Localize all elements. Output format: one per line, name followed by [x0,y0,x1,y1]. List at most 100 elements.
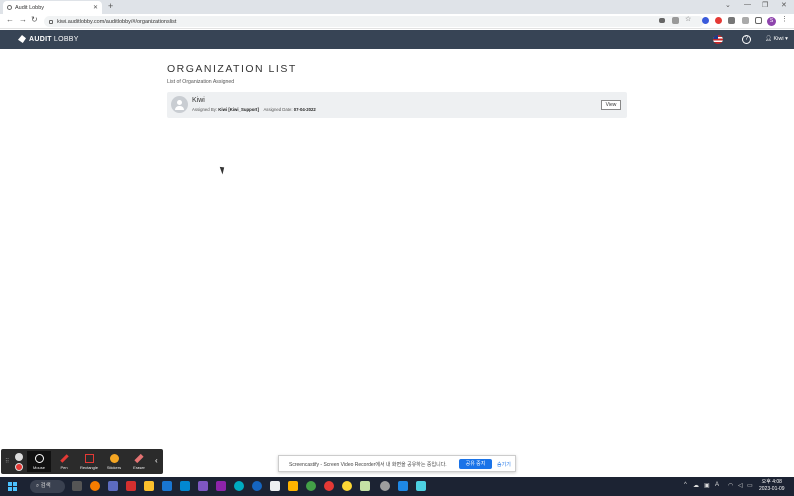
key-icon[interactable] [659,18,665,23]
windows-taskbar: ⌕ 검색 ^ ☁ ▣ A ◠ ◁ ▭ 오후 4:08 2023-01-09 [0,477,794,496]
rectangle-tool-icon [84,454,94,463]
menu-dots-icon[interactable]: ⋮ [781,15,788,23]
screen-share-notification: Screencastify - Screen Video Recorder에서 … [278,455,516,472]
office-icon[interactable] [126,481,136,491]
forward-arrow-icon[interactable]: → [19,15,27,24]
collapse-chevron-icon[interactable]: ‹ [155,456,158,465]
sidepanel-icon[interactable] [755,17,762,24]
word-icon[interactable] [398,481,408,491]
app-icon-blue[interactable] [162,481,172,491]
new-tab-button[interactable]: + [108,1,113,11]
page-title: ORGANIZATION LIST [167,63,297,75]
share-icon[interactable] [672,17,679,24]
volume-icon[interactable]: ◁ [738,482,743,489]
profile-avatar[interactable]: S [767,17,776,26]
view-button[interactable]: View [601,100,621,110]
address-bar[interactable]: kiwi.auditlobby.com/auditlobby/#/organiz… [44,16,704,27]
stop-recording-icon[interactable] [15,463,23,471]
input-method-icon[interactable]: A [715,482,719,488]
favicon-icon [7,5,12,10]
restore-icon[interactable]: ❐ [762,1,768,9]
tray-chevron-icon[interactable]: ^ [684,482,687,488]
close-window-icon[interactable]: ✕ [781,1,787,9]
user-menu[interactable]: 👤︎ Kiwi ▾ [765,36,788,42]
app-header: AUDIT LOBBY ? 👤︎ Kiwi ▾ [0,30,794,49]
app-icon-white[interactable] [270,481,280,491]
browser-tab[interactable]: Audit Lobby ✕ [3,1,102,14]
help-icon[interactable]: ? [742,35,751,44]
tool-label: Stickers [106,465,122,470]
battery-icon[interactable]: ▭ [747,482,753,489]
tool-pen[interactable]: Pen [52,451,76,472]
assigned-by-value: Kiwi [Kiwi_Support] [218,107,259,112]
minimize-icon[interactable]: — [744,1,751,8]
user-label: Kiwi [773,36,784,42]
teams-icon[interactable] [108,481,118,491]
sticky-notes-icon[interactable] [144,481,154,491]
logo-mark-icon [18,35,26,43]
user-icon: 👤︎ [765,36,772,42]
drag-handle-icon[interactable]: ⠿ [5,458,9,465]
tab-title: Audit Lobby [15,4,45,11]
windows-start-icon[interactable] [8,482,17,491]
extension-blue-icon[interactable] [702,17,709,24]
extensions-puzzle-icon[interactable] [728,17,735,24]
back-arrow-icon[interactable]: ← [6,15,14,24]
chrome-canary-icon[interactable] [342,481,352,491]
tool-stickers[interactable]: Stickers [102,451,126,472]
tool-label: Mouse [32,465,45,470]
app-icon-round[interactable] [252,481,262,491]
browser-toolbar: ← → ↻ kiwi.auditlobby.com/auditlobby/#/o… [0,14,794,29]
taskbar-search[interactable]: ⌕ 검색 [30,480,65,493]
hide-button[interactable]: 숨기기 [497,461,511,468]
eraser-tool-icon [134,453,144,464]
stop-sharing-button[interactable]: 공유 중지 [459,459,492,469]
taskbar-clock[interactable]: 오후 4:08 2023-01-09 [759,479,785,493]
firefox-icon[interactable] [90,481,100,491]
tab-search-chevron-icon[interactable]: ⌄ [725,1,731,9]
caret-down-icon: ▾ [785,36,788,42]
clock-date: 2023-01-09 [759,486,785,492]
star-icon[interactable]: ☆ [685,15,692,23]
us-flag-icon[interactable] [713,35,723,44]
wifi-icon[interactable]: ◠ [728,482,733,489]
search-label: 검색 [40,483,51,489]
edge-icon[interactable] [234,481,244,491]
vscode-icon[interactable] [180,481,190,491]
app-icon-purple[interactable] [216,481,226,491]
mouse-tool-icon [34,454,44,463]
clock-time: 오후 4:08 [761,479,782,485]
browser-tabstrip: Audit Lobby ✕ + ⌄ — ❐ ✕ [0,0,794,14]
extension-red-icon[interactable] [715,17,722,24]
logo-bold-text: AUDIT [29,35,52,43]
tool-label: Rectangle [79,465,98,470]
tool-mouse[interactable]: Mouse [27,451,51,472]
app-icon-grey[interactable] [380,481,390,491]
reload-icon[interactable]: ↻ [31,15,38,24]
tool-rectangle[interactable]: Rectangle [77,451,101,472]
tray-app-icon[interactable]: ▣ [704,482,710,489]
assigned-by-label: Assigned By: [192,107,218,112]
stickers-tool-icon [109,454,119,463]
chrome-icon[interactable] [306,481,316,491]
assigned-date-value: 07-04-2022 [293,107,316,112]
tool-label: Eraser [133,465,145,470]
file-explorer-icon[interactable] [288,481,298,491]
onedrive-icon[interactable]: ☁ [693,482,699,489]
visual-studio-icon[interactable] [198,481,208,491]
organization-card: Kiwi Assigned By: Kiwi [Kiwi_Support] As… [167,92,627,118]
logo-light-text: LOBBY [53,35,79,43]
tab-close-icon[interactable]: ✕ [93,4,98,11]
audit-lobby-logo[interactable]: AUDIT LOBBY [18,35,79,43]
chrome-profile-icon[interactable] [324,481,334,491]
record-control-icon[interactable] [15,453,23,461]
organization-avatar-icon [171,96,188,113]
task-view-icon[interactable] [72,481,82,491]
notepad-icon[interactable] [360,481,370,491]
tool-eraser[interactable]: Eraser [127,451,151,472]
media-icon[interactable] [742,17,749,24]
app-icon-cyan[interactable] [416,481,426,491]
pen-tool-icon [59,454,69,463]
tool-label: Pen [60,465,68,470]
share-message: Screencastify - Screen Video Recorder에서 … [289,462,447,468]
